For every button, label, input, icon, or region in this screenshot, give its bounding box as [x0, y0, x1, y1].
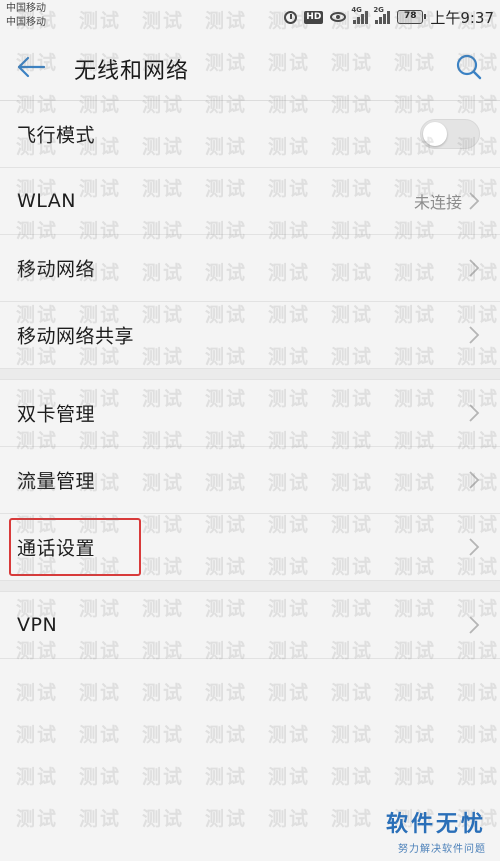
- watermark-text: 测试: [457, 724, 500, 746]
- watermark-text: 测试: [331, 724, 374, 746]
- call-settings-label: 通话设置: [17, 537, 96, 560]
- watermark-text: 测试: [331, 766, 374, 788]
- app-bar: 无线和网络: [0, 34, 500, 101]
- wlan-status: 未连接: [413, 193, 462, 212]
- watermark-text: 测试: [268, 724, 311, 746]
- signal-icon: 4G: [351, 6, 369, 24]
- carrier-label-1: 中国移动: [6, 3, 46, 14]
- chevron-right-icon: [469, 616, 480, 634]
- battery-icon: 78: [397, 10, 427, 24]
- watermark-text: 测试: [394, 724, 437, 746]
- section-divider: [0, 369, 500, 380]
- airplane-mode-toggle[interactable]: [420, 119, 480, 149]
- airplane-mode-row[interactable]: 飞行模式: [0, 101, 500, 168]
- wlan-row[interactable]: WLAN 未连接: [0, 168, 500, 235]
- brand-name: 软件无忧: [385, 812, 486, 837]
- watermark-text: 测试: [79, 724, 122, 746]
- search-button[interactable]: [452, 50, 486, 84]
- watermark-text: 测试: [205, 766, 248, 788]
- watermark-text: 测试: [331, 808, 374, 830]
- clock: 上午9:37: [430, 8, 494, 27]
- chevron-right-icon: [469, 538, 480, 556]
- wlan-label: WLAN: [17, 190, 77, 212]
- brand-slogan: 努力解决软件问题: [398, 844, 486, 855]
- vpn-label: VPN: [17, 614, 58, 636]
- watermark-text: 测试: [457, 766, 500, 788]
- dual-sim-label: 双卡管理: [17, 403, 96, 426]
- chevron-right-icon: [469, 404, 480, 422]
- watermark-text: 测试: [79, 682, 122, 704]
- chevron-right-icon: [469, 471, 480, 489]
- data-usage-label: 流量管理: [17, 470, 96, 493]
- watermark-text: 测试: [268, 808, 311, 830]
- signal-icon: 2G: [373, 6, 391, 24]
- chevron-right-icon: [469, 326, 480, 344]
- airplane-mode-label: 飞行模式: [17, 124, 96, 147]
- call-settings-row[interactable]: 通话设置: [0, 514, 500, 581]
- watermark-text: 测试: [268, 682, 311, 704]
- watermark-text: 测试: [205, 682, 248, 704]
- search-icon: [456, 54, 482, 80]
- data-usage-row[interactable]: 流量管理: [0, 447, 500, 514]
- settings-list: 飞行模式 WLAN 未连接 移动网络 移动网络共享 双卡管理 流量管理 通话设置…: [0, 101, 500, 659]
- watermark-text: 测试: [142, 808, 185, 830]
- page-title: 无线和网络: [74, 59, 190, 84]
- watermark-text: 测试: [79, 808, 122, 830]
- watermark-text: 测试: [16, 724, 59, 746]
- watermark-text: 测试: [142, 682, 185, 704]
- watermark-text: 测试: [205, 808, 248, 830]
- brand-logo: 软件无忧 努力解决软件问题: [386, 806, 486, 855]
- status-icons: HD 4G 2G 78 上午9:37: [284, 6, 494, 28]
- watermark-text: 测试: [16, 808, 59, 830]
- status-bar: 中国移动 中国移动 HD 4G 2G 78 上午9:37: [0, 0, 500, 34]
- tethering-label: 移动网络共享: [17, 325, 135, 348]
- tethering-row[interactable]: 移动网络共享: [0, 302, 500, 369]
- mobile-network-row[interactable]: 移动网络: [0, 235, 500, 302]
- hd-icon: HD: [304, 10, 324, 24]
- dual-sim-row[interactable]: 双卡管理: [0, 380, 500, 447]
- watermark-text: 测试: [16, 766, 59, 788]
- section-divider: [0, 581, 500, 592]
- carrier-label-2: 中国移动: [6, 17, 46, 28]
- watermark-text: 测试: [457, 682, 500, 704]
- alarm-icon: [284, 10, 298, 24]
- watermark-text: 测试: [79, 766, 122, 788]
- watermark-text: 测试: [331, 682, 374, 704]
- watermark-text: 测试: [394, 682, 437, 704]
- watermark-text: 测试: [205, 724, 248, 746]
- watermark-text: 测试: [268, 766, 311, 788]
- chevron-right-icon: [469, 259, 480, 277]
- vpn-row[interactable]: VPN: [0, 592, 500, 659]
- toggle-knob: [423, 122, 447, 146]
- back-button[interactable]: [10, 50, 52, 84]
- watermark-text: 测试: [394, 766, 437, 788]
- watermark-text: 测试: [142, 724, 185, 746]
- watermark-text: 测试: [142, 766, 185, 788]
- mobile-network-label: 移动网络: [17, 258, 96, 281]
- eye-comfort-icon: [330, 12, 347, 22]
- watermark-text: 测试: [16, 682, 59, 704]
- chevron-right-icon: [469, 192, 480, 210]
- back-arrow-icon: [17, 56, 46, 78]
